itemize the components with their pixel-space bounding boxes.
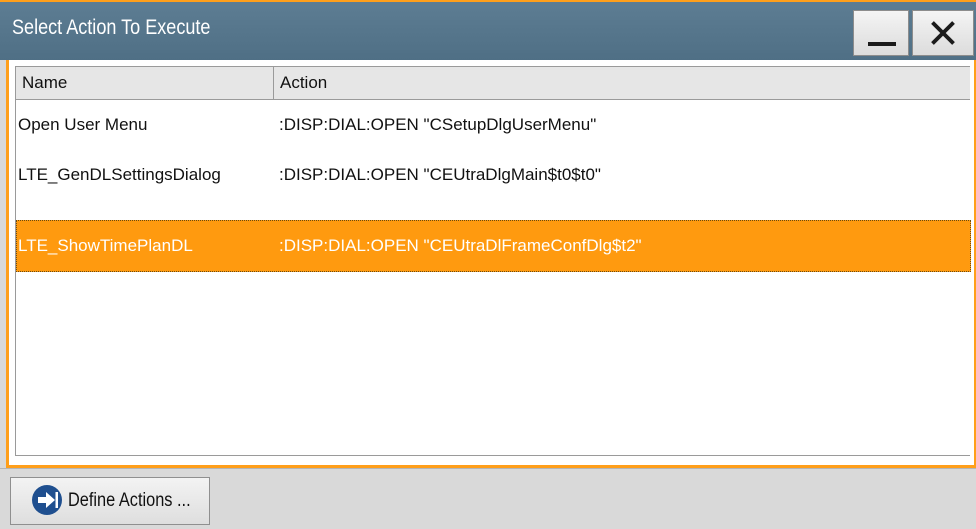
table-header: Name Action <box>16 67 970 100</box>
arrow-right-icon <box>32 485 62 515</box>
table-row[interactable]: Open User Menu :DISP:DIAL:OPEN "CSetupDl… <box>16 100 971 150</box>
table-row-selected[interactable]: LTE_ShowTimePlanDL :DISP:DIAL:OPEN "CEUt… <box>16 220 971 272</box>
actions-table: Name Action Open User Menu :DISP:DIAL:OP… <box>15 66 971 456</box>
row-action: :DISP:DIAL:OPEN "CEUtraDlgMain$t0$t0" <box>279 165 601 184</box>
select-action-dialog: Select Action To Execute Name Action Ope… <box>0 0 976 529</box>
row-action: :DISP:DIAL:OPEN "CEUtraDlFrameConfDlg$t2… <box>279 236 642 255</box>
close-icon <box>931 21 955 45</box>
column-header-action[interactable]: Action <box>274 67 971 99</box>
table-row[interactable]: LTE_GenDLSettingsDialog :DISP:DIAL:OPEN … <box>16 150 971 200</box>
row-name: LTE_ShowTimePlanDL <box>18 236 193 255</box>
close-button[interactable] <box>912 10 974 56</box>
minimize-icon <box>868 42 896 46</box>
row-name: LTE_GenDLSettingsDialog <box>18 165 221 184</box>
dialog-footer: Define Actions ... <box>0 468 976 529</box>
row-name: Open User Menu <box>18 115 148 134</box>
minimize-button[interactable] <box>853 10 909 56</box>
title-bar: Select Action To Execute <box>0 0 976 60</box>
column-header-name[interactable]: Name <box>16 67 274 99</box>
dialog-title: Select Action To Execute <box>12 16 211 39</box>
define-actions-label: Define Actions ... <box>68 490 191 511</box>
define-actions-button[interactable]: Define Actions ... <box>10 477 210 525</box>
actions-table-frame: Name Action Open User Menu :DISP:DIAL:OP… <box>6 60 976 468</box>
row-action: :DISP:DIAL:OPEN "CSetupDlgUserMenu" <box>279 115 597 134</box>
